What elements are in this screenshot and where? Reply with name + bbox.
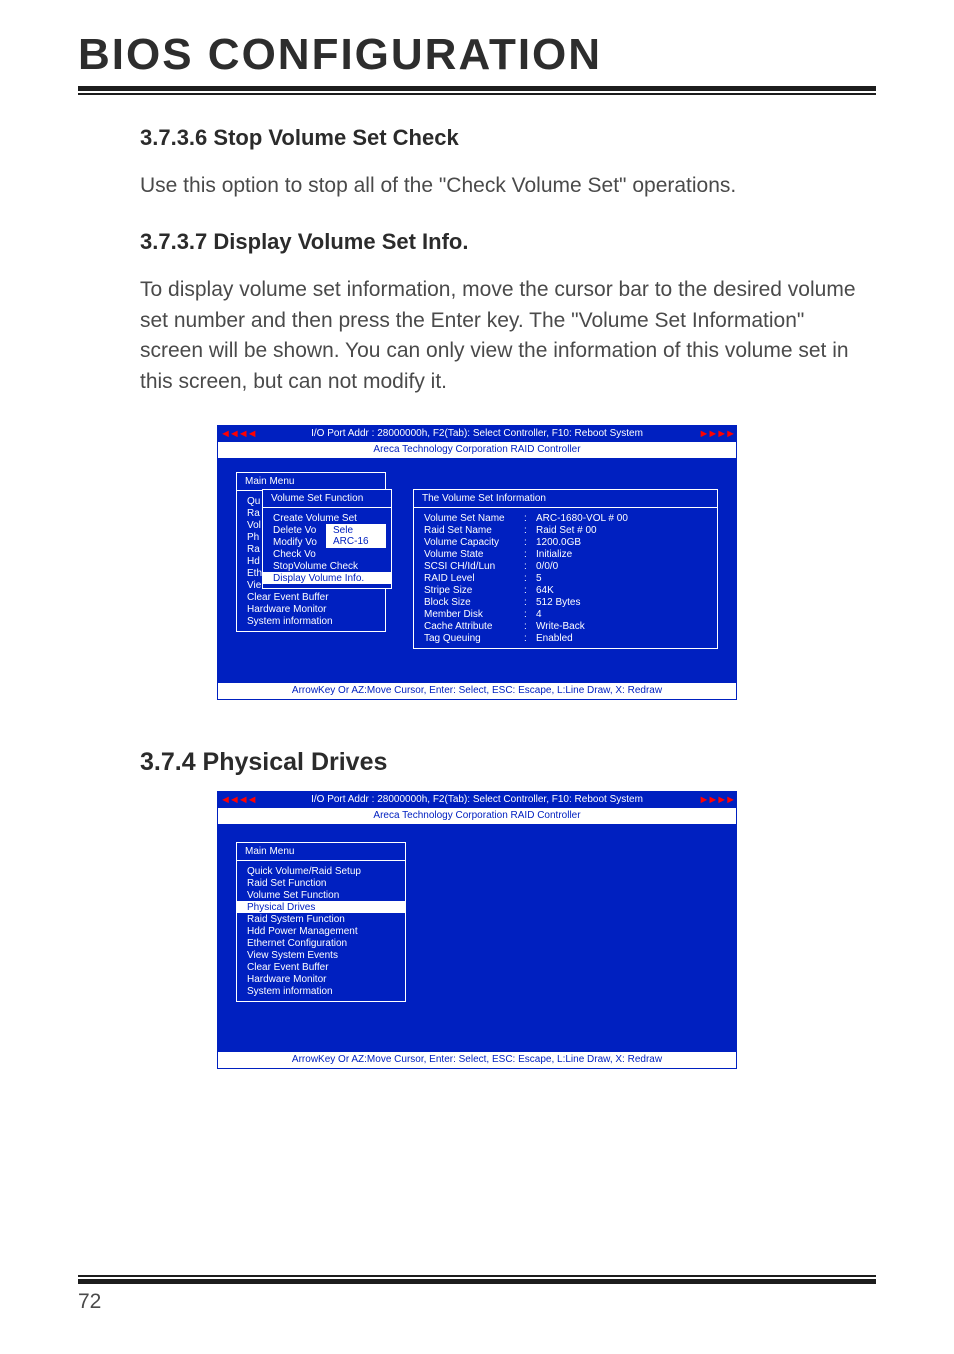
- info-value: 5: [536, 573, 542, 584]
- info-row: SCSI CH/Id/Lun:0/0/0: [414, 560, 717, 572]
- main-menu-item[interactable]: Clear Event Buffer: [237, 961, 405, 973]
- main-menu-item[interactable]: System information: [237, 985, 405, 997]
- vsf-item-display[interactable]: Display Volume Info.: [263, 572, 391, 584]
- main-menu-title: Main Menu: [237, 843, 405, 861]
- sele-value[interactable]: ARC-16: [327, 536, 385, 547]
- bios-footer: ArrowKey Or AZ:Move Cursor, Enter: Selec…: [218, 1052, 736, 1068]
- info-row: Tag Queuing:Enabled: [414, 632, 717, 644]
- info-value: 4: [536, 609, 542, 620]
- main-menu-item[interactable]: Quick Volume/Raid Setup: [237, 865, 405, 877]
- bios-panel-volume-info: ◄◄◄◄ I/O Port Addr : 28000000h, F2(Tab):…: [217, 425, 737, 700]
- heading-physical-drives: 3.7.4 Physical Drives: [78, 748, 876, 777]
- info-row: Stripe Size:64K: [414, 584, 717, 596]
- bios-topbar: ◄◄◄◄ I/O Port Addr : 28000000h, F2(Tab):…: [218, 792, 736, 808]
- info-value: ARC-1680-VOL # 00: [536, 513, 628, 524]
- main-menu-item[interactable]: System information: [237, 615, 385, 627]
- vsf-item-check[interactable]: Check Vo: [263, 548, 391, 560]
- title-rule-thin: [78, 93, 876, 95]
- info-row: Cache Attribute:Write-Back: [414, 620, 717, 632]
- sele-tag[interactable]: Sele: [327, 525, 385, 536]
- info-value: 512 Bytes: [536, 597, 580, 608]
- page-number: 72: [78, 1290, 876, 1314]
- page-footer: 72: [78, 1275, 876, 1314]
- info-value: 0/0/0: [536, 561, 558, 572]
- info-row: Member Disk:4: [414, 608, 717, 620]
- main-menu-item[interactable]: Raid System Function: [237, 913, 405, 925]
- volume-set-info-title: The Volume Set Information: [414, 490, 717, 508]
- info-row: Volume Set Name:ARC-1680-VOL # 00: [414, 512, 717, 524]
- info-label: SCSI CH/Id/Lun: [424, 561, 524, 572]
- footer-rule-thick: [78, 1279, 876, 1284]
- bios-footer: ArrowKey Or AZ:Move Cursor, Enter: Selec…: [218, 683, 736, 699]
- info-value: Write-Back: [536, 621, 585, 632]
- info-value: Enabled: [536, 633, 573, 644]
- main-menu-item[interactable]: View System Events: [237, 949, 405, 961]
- info-label: Cache Attribute: [424, 621, 524, 632]
- info-label: RAID Level: [424, 573, 524, 584]
- body-stop-volume-set-check: Use this option to stop all of the "Chec…: [140, 171, 872, 201]
- main-menu-item[interactable]: Ethernet Configuration: [237, 937, 405, 949]
- info-label: Stripe Size: [424, 585, 524, 596]
- main-menu-item[interactable]: Raid Set Function: [237, 877, 405, 889]
- bios-subtitle: Areca Technology Corporation RAID Contro…: [218, 808, 736, 824]
- info-label: Member Disk: [424, 609, 524, 620]
- info-label: Raid Set Name: [424, 525, 524, 536]
- info-value: Initialize: [536, 549, 572, 560]
- info-row: RAID Level:5: [414, 572, 717, 584]
- arrow-left-icon: ◄◄◄◄: [218, 426, 258, 442]
- title-rule-thick: [78, 86, 876, 91]
- info-label: Volume Capacity: [424, 537, 524, 548]
- body-display-volume-set-info: To display volume set information, move …: [140, 275, 872, 397]
- info-label: Block Size: [424, 597, 524, 608]
- arrow-left-icon: ◄◄◄◄: [218, 792, 258, 808]
- info-row: Volume Capacity:1200.0GB: [414, 536, 717, 548]
- arrow-right-icon: ►►►►: [696, 426, 736, 442]
- bios-panel-physical-drives: ◄◄◄◄ I/O Port Addr : 28000000h, F2(Tab):…: [217, 791, 737, 1069]
- bios-topbar: ◄◄◄◄ I/O Port Addr : 28000000h, F2(Tab):…: [218, 426, 736, 442]
- bios-subtitle: Areca Technology Corporation RAID Contro…: [218, 442, 736, 458]
- arrow-right-icon: ►►►►: [696, 792, 736, 808]
- vsf-item-create[interactable]: Create Volume Set: [263, 512, 391, 524]
- sele-overlay-box: Sele ARC-16: [326, 524, 386, 548]
- info-label: Tag Queuing: [424, 633, 524, 644]
- vsf-title: Volume Set Function: [263, 490, 391, 508]
- bios-topbar-text: I/O Port Addr : 28000000h, F2(Tab): Sele…: [258, 792, 697, 808]
- heading-stop-volume-set-check: 3.7.3.6 Stop Volume Set Check: [140, 125, 872, 151]
- main-menu-item[interactable]: Clear Event Buffer: [237, 591, 385, 603]
- info-value: 1200.0GB: [536, 537, 581, 548]
- info-label: Volume State: [424, 549, 524, 560]
- main-menu-item[interactable]: Volume Set Function: [237, 889, 405, 901]
- volume-set-info-box: The Volume Set Information Volume Set Na…: [413, 489, 718, 649]
- info-value: 64K: [536, 585, 554, 596]
- info-row: Raid Set Name:Raid Set # 00: [414, 524, 717, 536]
- main-menu-box: Main Menu Quick Volume/Raid SetupRaid Se…: [236, 842, 406, 1002]
- vsf-item-stop[interactable]: StopVolume Check: [263, 560, 391, 572]
- info-row: Block Size:512 Bytes: [414, 596, 717, 608]
- footer-rule-thin: [78, 1275, 876, 1277]
- info-row: Volume State:Initialize: [414, 548, 717, 560]
- page-title: BIOS CONFIGURATION: [78, 30, 876, 80]
- info-label: Volume Set Name: [424, 513, 524, 524]
- main-menu-item[interactable]: Hdd Power Management: [237, 925, 405, 937]
- bios-topbar-text: I/O Port Addr : 28000000h, F2(Tab): Sele…: [258, 426, 697, 442]
- info-value: Raid Set # 00: [536, 525, 597, 536]
- main-menu-item[interactable]: Physical Drives: [237, 901, 405, 913]
- heading-display-volume-set-info: 3.7.3.7 Display Volume Set Info.: [140, 229, 872, 255]
- main-menu-item[interactable]: Hardware Monitor: [237, 603, 385, 615]
- main-menu-item[interactable]: Hardware Monitor: [237, 973, 405, 985]
